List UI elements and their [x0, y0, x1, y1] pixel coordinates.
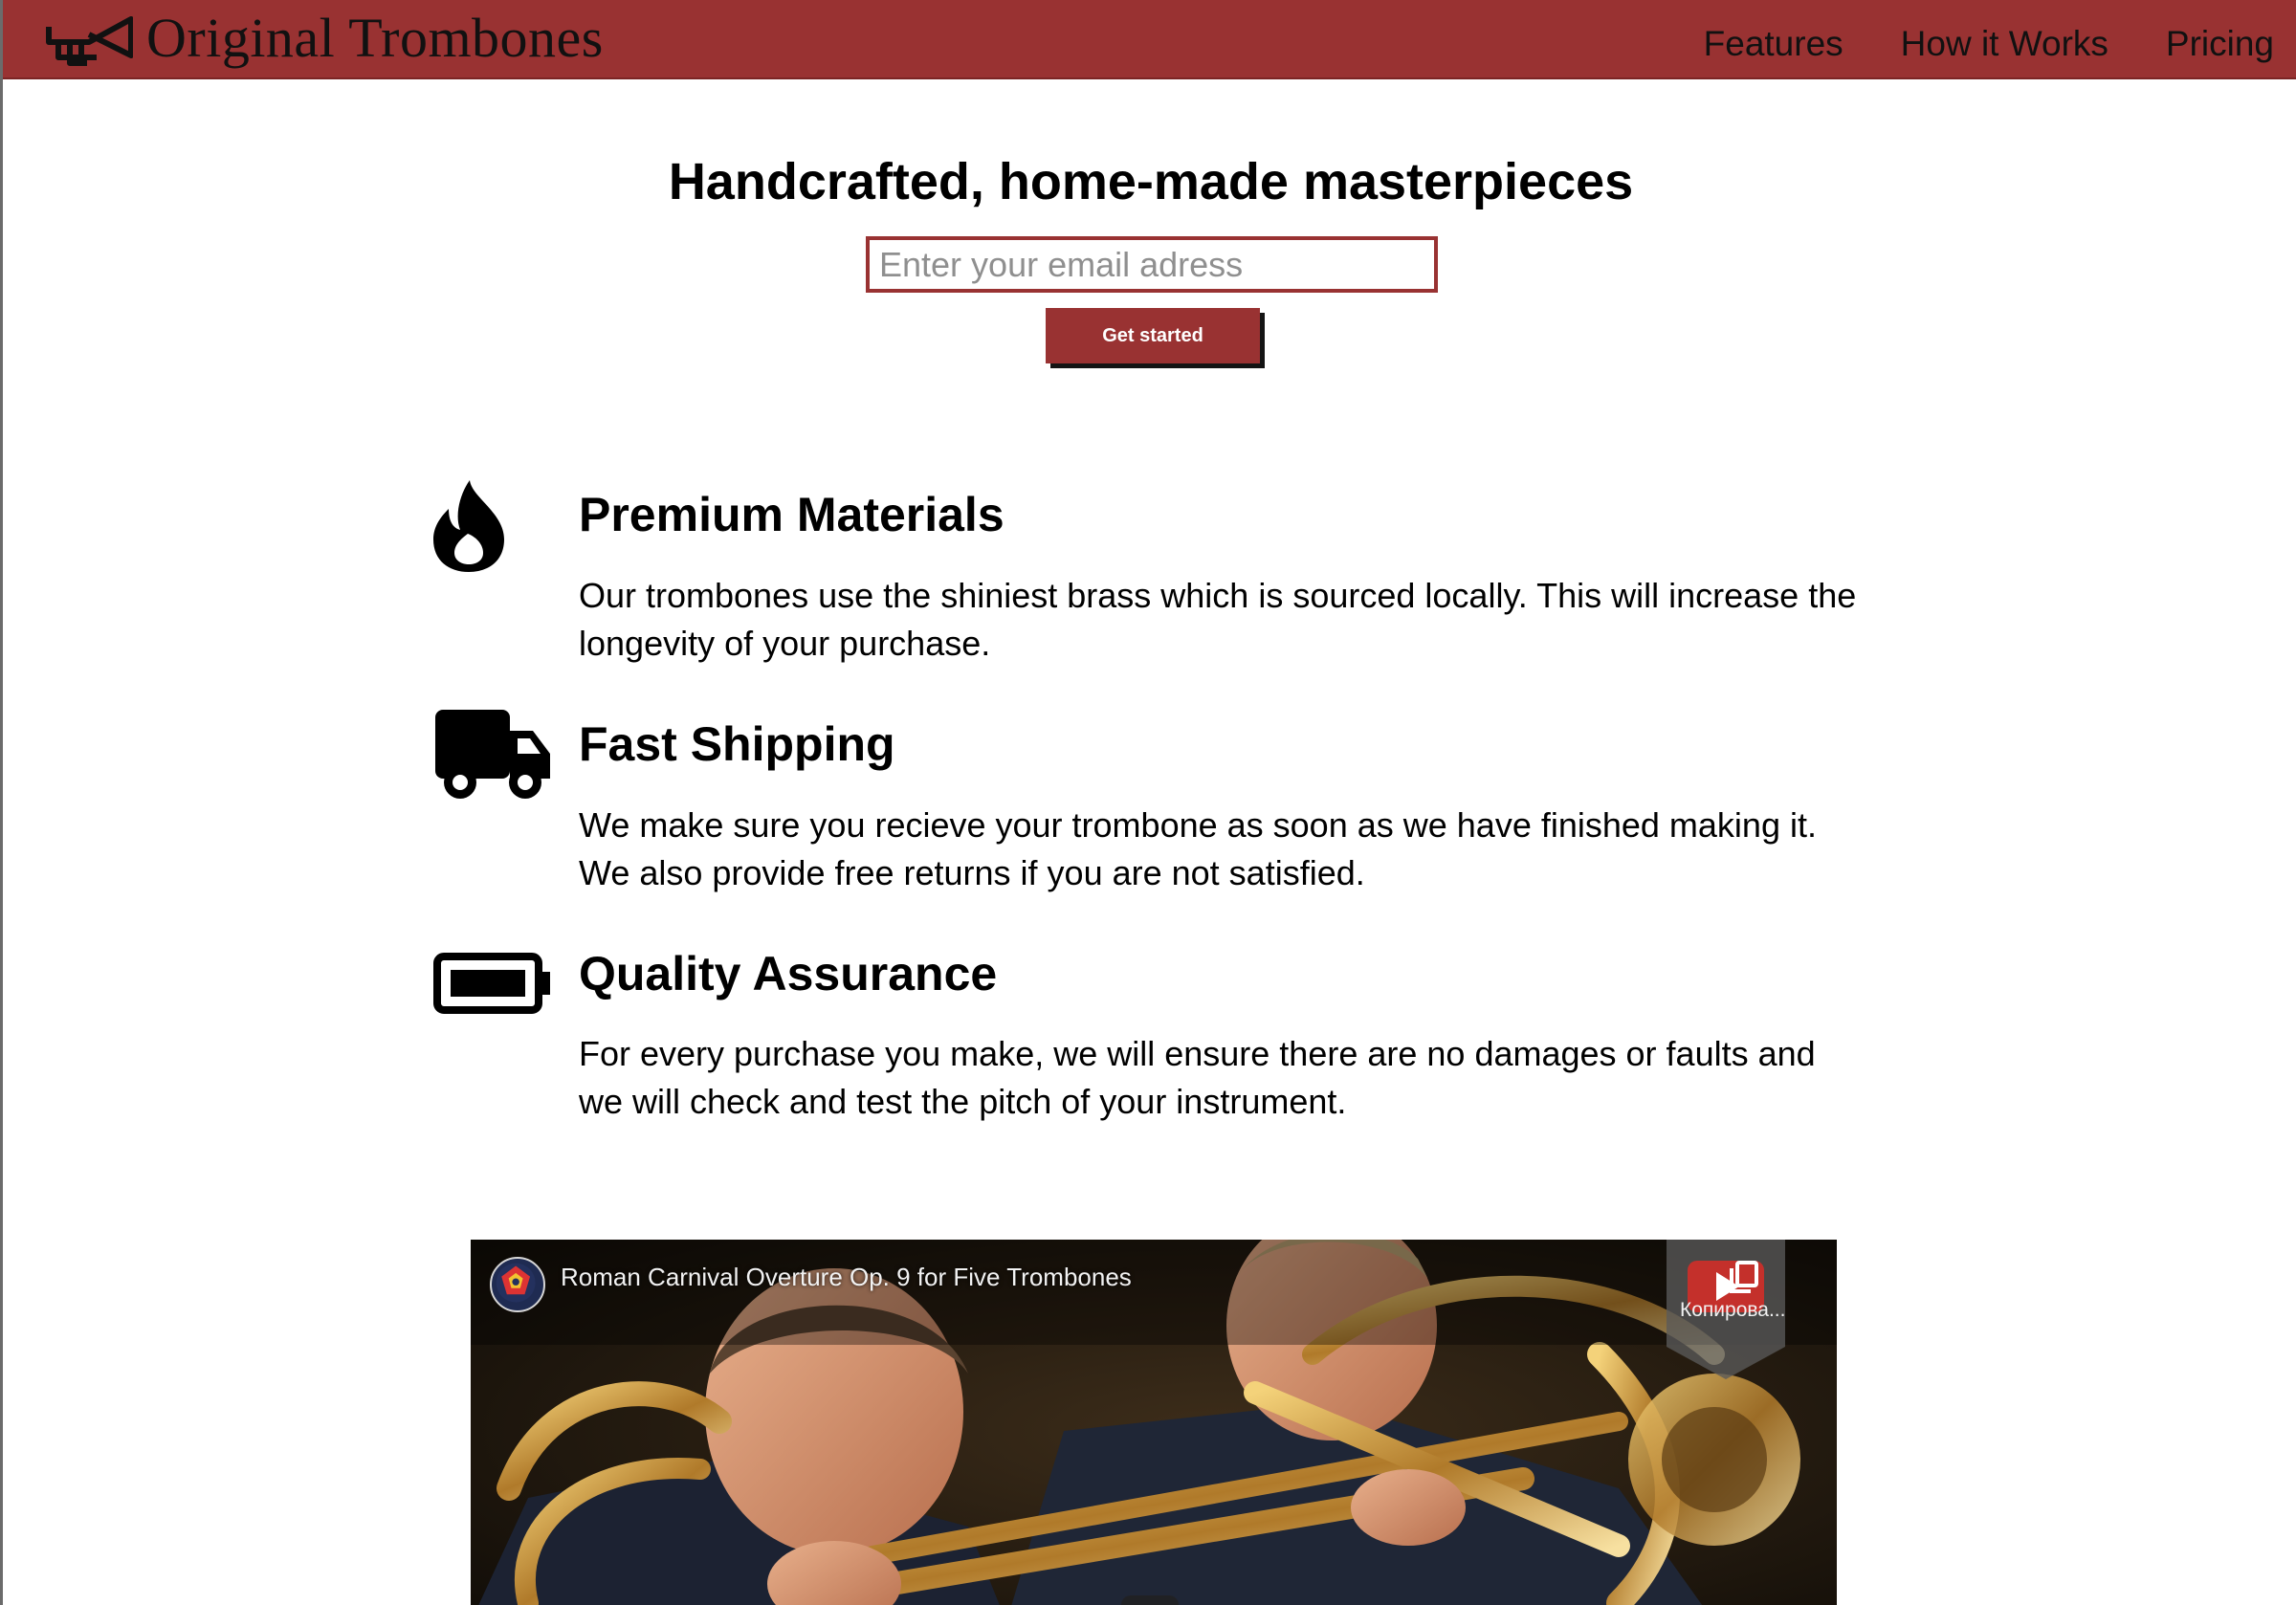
site-header: Original Trombones Features How it Works… — [3, 0, 2296, 79]
video-embed[interactable]: Roman Carnival Overture Op. 9 for Five T… — [471, 1240, 1837, 1605]
page: Original Trombones Features How it Works… — [0, 0, 2296, 1605]
main-nav: Features How it Works Pricing — [1646, 0, 2274, 79]
nav-link-pricing[interactable]: Pricing — [2166, 16, 2274, 64]
nav-link-how-it-works[interactable]: How it Works — [1901, 16, 2108, 64]
feature-description-fast-shipping: We make sure you recieve your trombone a… — [579, 805, 1817, 892]
feature-title-quality-assurance: Quality Assurance — [579, 947, 998, 1000]
feature-title-premium-materials: Premium Materials — [579, 488, 1004, 541]
channel-avatar[interactable] — [490, 1257, 545, 1312]
feature-title-fast-shipping: Fast Shipping — [579, 717, 895, 771]
video-title[interactable]: Roman Carnival Overture Op. 9 for Five T… — [561, 1263, 1132, 1292]
copy-link-label[interactable]: Копирова... — [1680, 1299, 1785, 1322]
trombone-logo-icon[interactable] — [45, 13, 133, 67]
play-button-icon[interactable] — [1121, 1595, 1179, 1605]
brand-name[interactable]: Original Trombones — [146, 2, 604, 75]
get-started-button[interactable]: Get started — [1046, 308, 1260, 363]
email-input[interactable] — [866, 236, 1438, 293]
hero-title: Handcrafted, home-made masterpieces — [668, 153, 1634, 210]
nav-link-features[interactable]: Features — [1704, 16, 1843, 64]
truck-icon — [435, 710, 550, 799]
feature-description-premium-materials: Our trombones use the shiniest brass whi… — [579, 576, 1857, 663]
video-thumbnail — [471, 1240, 1837, 1605]
feature-description-quality-assurance: For every purchase you make, we will ens… — [579, 1034, 1816, 1121]
fire-icon — [433, 480, 504, 572]
channel-emblem-icon — [496, 1263, 536, 1303]
battery-full-icon — [433, 953, 550, 1014]
